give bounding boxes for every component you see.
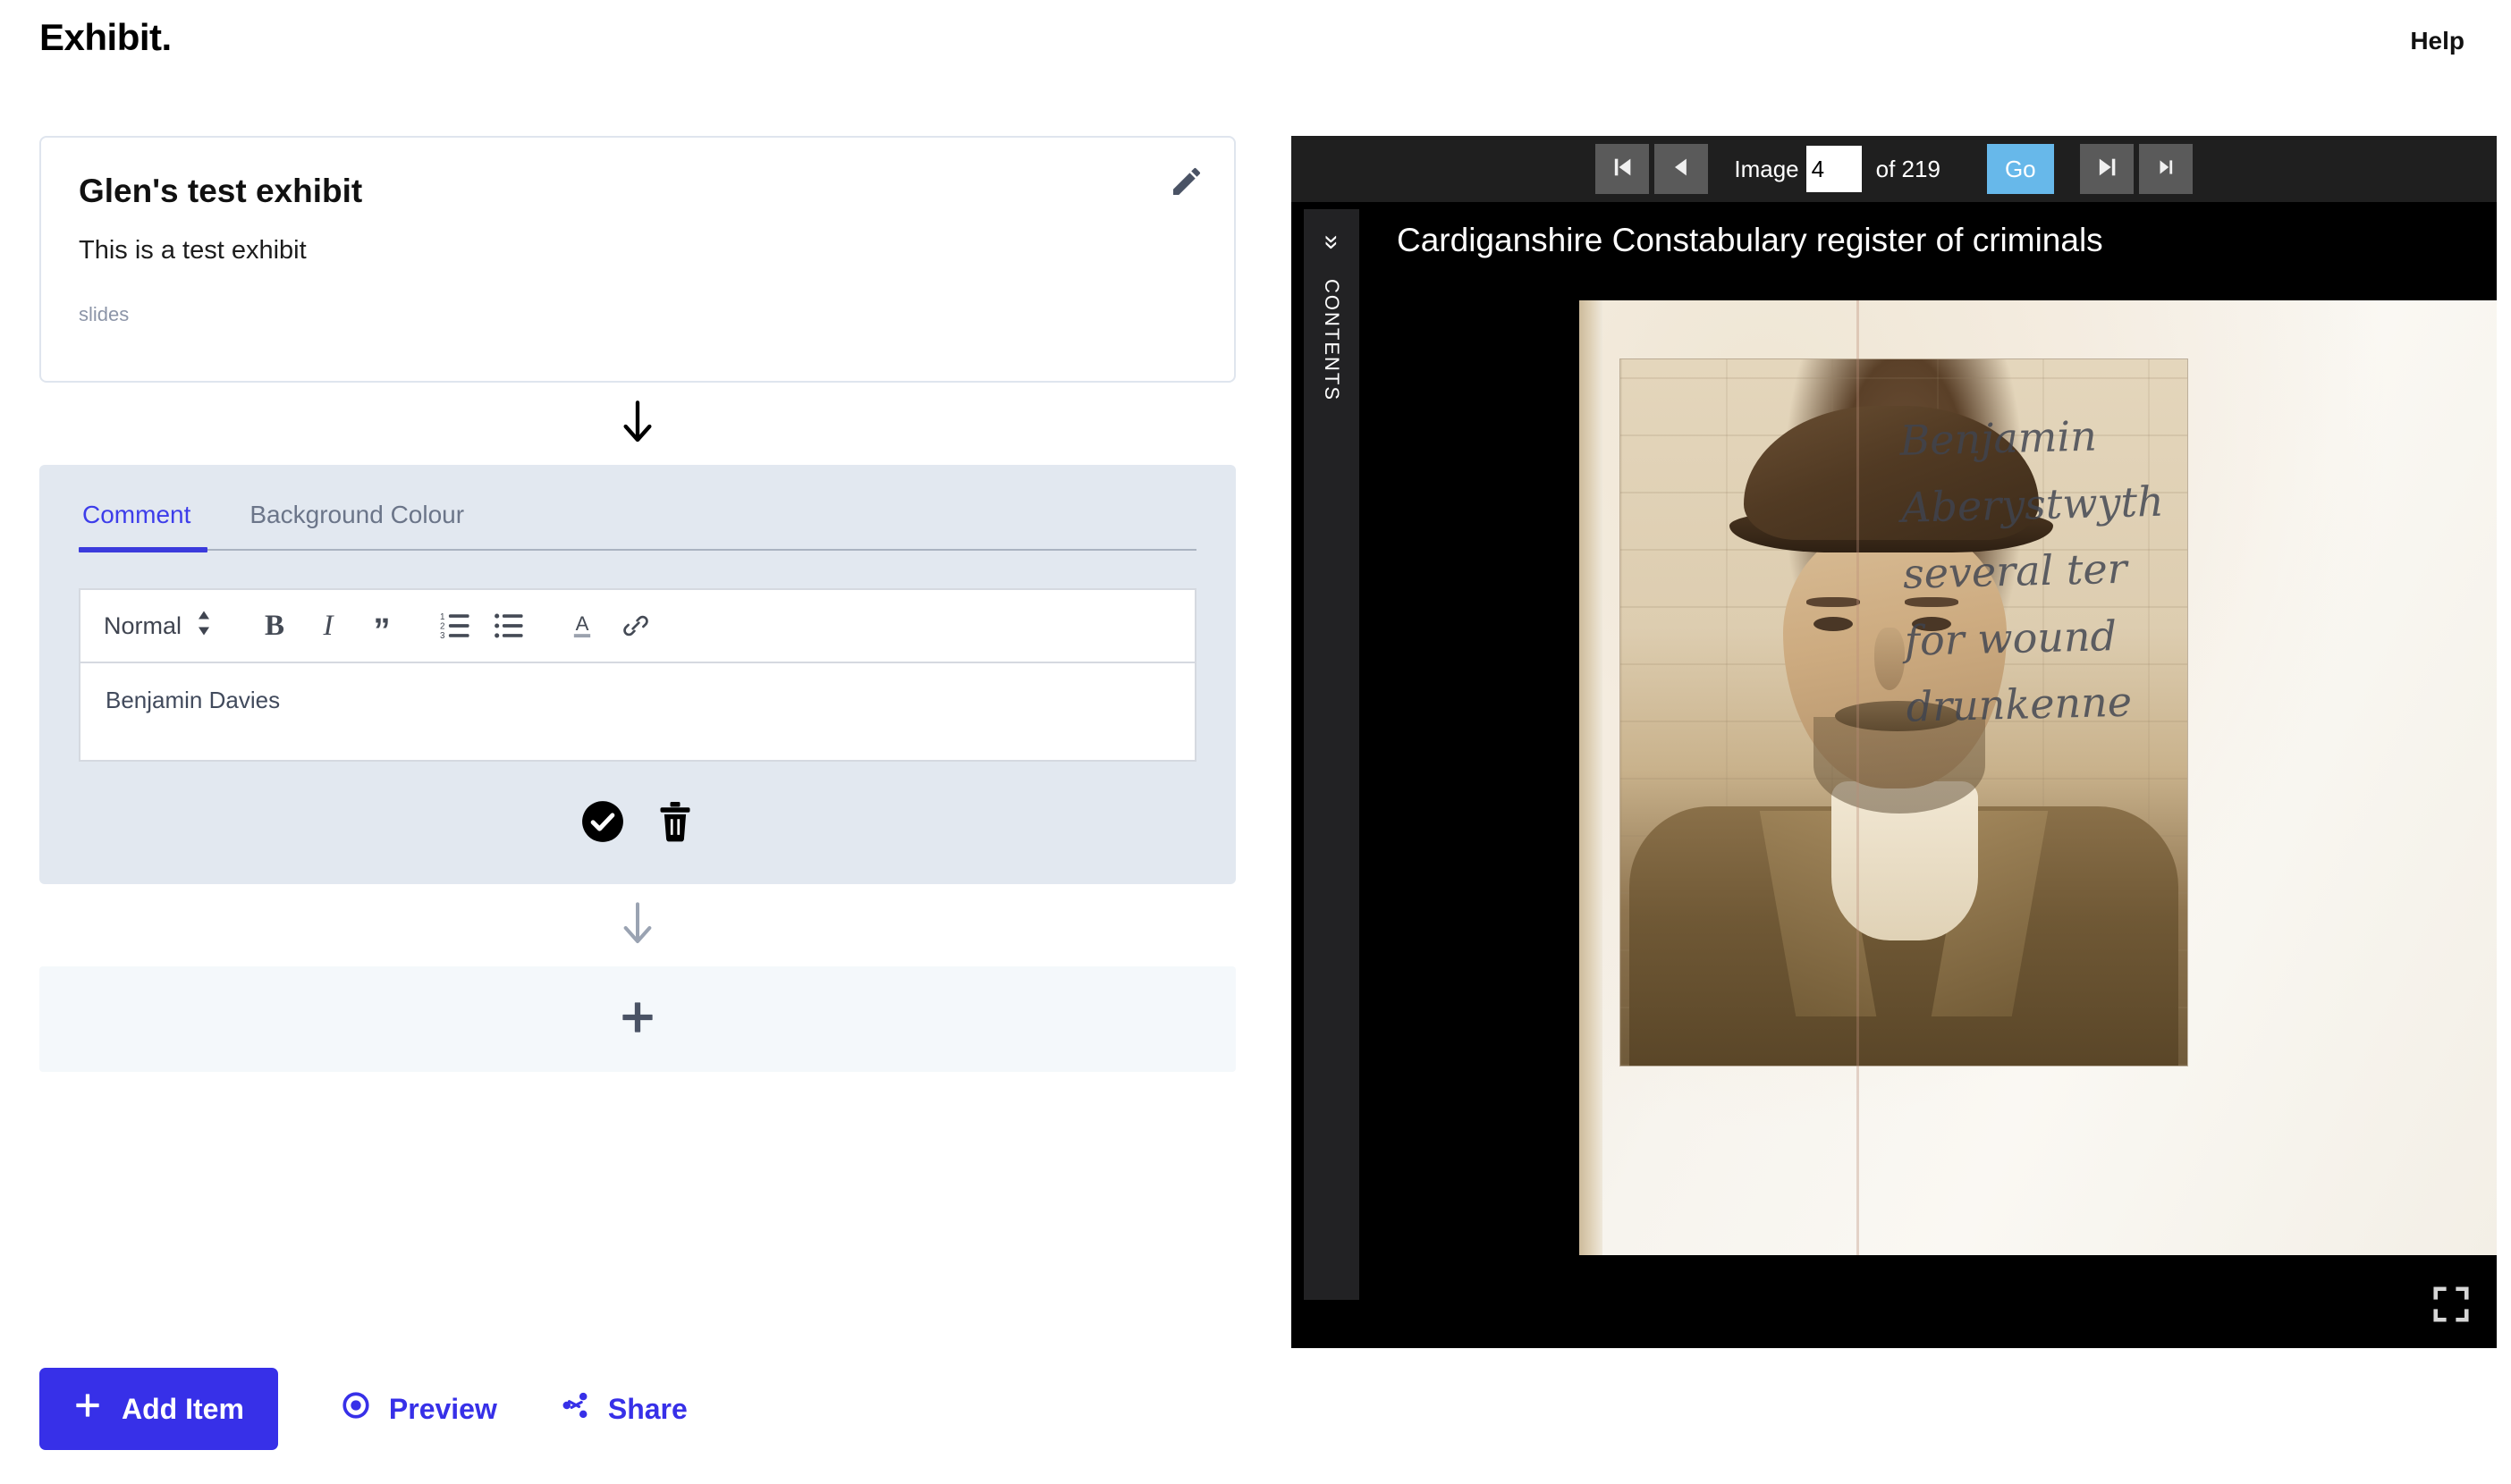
link-icon[interactable] [609, 599, 663, 653]
arrow-down-icon [620, 398, 655, 451]
svg-text:1: 1 [440, 612, 445, 622]
editor-action-row [79, 799, 1196, 848]
contents-label: CONTENTS [1321, 279, 1343, 401]
image-total-label: of 219 [1875, 155, 1940, 182]
help-link[interactable]: Help [2410, 27, 2464, 55]
add-slot[interactable] [39, 966, 1236, 1072]
register-handwriting: Benjamin Aberystwyth several ter for wou… [1890, 393, 2489, 741]
bullet-list-icon[interactable] [482, 599, 536, 653]
svg-text:2: 2 [440, 622, 445, 632]
next-image-button[interactable] [2079, 144, 2134, 194]
chevron-updown-icon [196, 610, 212, 643]
skip-to-next-icon [2094, 155, 2119, 184]
chevron-double-right-icon: » [1317, 234, 1347, 250]
top-bar: Exhibit. Help [0, 0, 2511, 88]
comment-text[interactable]: Benjamin Davies [80, 663, 1195, 760]
editor-tabs: Comment Background Colour [79, 465, 1196, 551]
subject-eye-left [1814, 617, 1853, 631]
subject-brow-left [1806, 597, 1860, 607]
svg-text:3: 3 [440, 631, 445, 641]
app-root: Exhibit. Help Glen's test exhibit This i… [0, 0, 2511, 1484]
add-item-label: Add Item [122, 1392, 244, 1425]
tab-comment[interactable]: Comment [79, 488, 194, 549]
skip-to-first-icon [1610, 155, 1635, 184]
eye-icon [341, 1390, 371, 1428]
italic-icon[interactable]: I [301, 599, 355, 653]
ordered-list-icon[interactable]: 1 2 3 [428, 599, 482, 653]
exhibit-title: Glen's test exhibit [79, 173, 363, 209]
triangle-left-icon [1669, 155, 1694, 184]
pencil-icon [1169, 164, 1205, 204]
previous-image-button[interactable] [1654, 144, 1709, 194]
exhibit-meta-slides: slides [79, 303, 130, 326]
viewer-canvas: » CONTENTS Cardiganshire Constabulary re… [1291, 202, 2497, 1348]
text-colour-icon[interactable]: A [555, 599, 609, 653]
share-label: Share [607, 1392, 688, 1425]
confirm-button[interactable] [580, 799, 625, 848]
exhibit-card: Glen's test exhibit This is a test exhib… [39, 136, 1236, 383]
go-button[interactable]: Go [1986, 144, 2054, 194]
contents-panel-toggle[interactable]: » CONTENTS [1304, 209, 1359, 1300]
handwriting-line: drunkenne [1906, 677, 2133, 731]
flow-arrow-top [39, 383, 1236, 465]
bottom-action-bar: Add Item Preview Share [39, 1368, 688, 1450]
confirm-check-icon [580, 799, 625, 848]
blockquote-icon[interactable]: ” [355, 599, 409, 653]
fullscreen-icon [2431, 1286, 2472, 1328]
tab-background-colour[interactable]: Background Colour [246, 488, 468, 549]
viewer-item-title: Cardiganshire Constabulary register of c… [1397, 222, 2103, 258]
image-label: Image [1734, 155, 1799, 182]
format-picker-label: Normal [104, 611, 182, 639]
trash-icon [655, 800, 695, 847]
last-image-button[interactable] [2138, 144, 2193, 194]
delete-button[interactable] [655, 800, 695, 847]
fullscreen-button[interactable] [2431, 1284, 2472, 1325]
app-brand: Exhibit. [39, 16, 172, 58]
editor-toolbar: Normal B I ” 1 2 3 A [80, 590, 1195, 663]
viewer-toolbar: Image of 219 Go [1291, 136, 2497, 202]
format-picker[interactable]: Normal [104, 610, 212, 643]
plus-icon [619, 999, 656, 1041]
add-item-button[interactable]: Add Item [39, 1368, 278, 1450]
share-button[interactable]: Share [560, 1390, 688, 1428]
plus-icon [73, 1391, 102, 1427]
first-image-button[interactable] [1595, 144, 1650, 194]
edit-exhibit-button[interactable] [1166, 163, 1207, 204]
preview-button[interactable]: Preview [341, 1390, 497, 1428]
bold-icon[interactable]: B [248, 599, 301, 653]
exhibit-description: This is a test exhibit [79, 236, 307, 266]
page-entry-group: Image of 219 [1734, 146, 1940, 192]
image-viewer: Image of 219 Go [1291, 136, 2497, 1348]
image-number-input[interactable] [1805, 146, 1862, 192]
register-page: Benjamin Aberystwyth several ter for wou… [1579, 300, 2497, 1255]
scanned-page-image[interactable]: Benjamin Aberystwyth several ter for wou… [1579, 300, 2497, 1255]
skip-to-last-icon [2154, 156, 2177, 183]
rich-text-editor: Normal B I ” 1 2 3 A Benjamin Davies [79, 588, 1196, 762]
svg-text:A: A [576, 612, 589, 635]
preview-label: Preview [388, 1392, 497, 1425]
arrow-down-icon [620, 899, 655, 952]
comment-editor-block: Comment Background Colour Normal B I ” 1… [39, 465, 1236, 884]
flow-arrow-bottom [39, 884, 1236, 966]
exhibit-builder-column: Glen's test exhibit This is a test exhib… [39, 136, 1236, 1072]
share-icon [560, 1390, 590, 1428]
